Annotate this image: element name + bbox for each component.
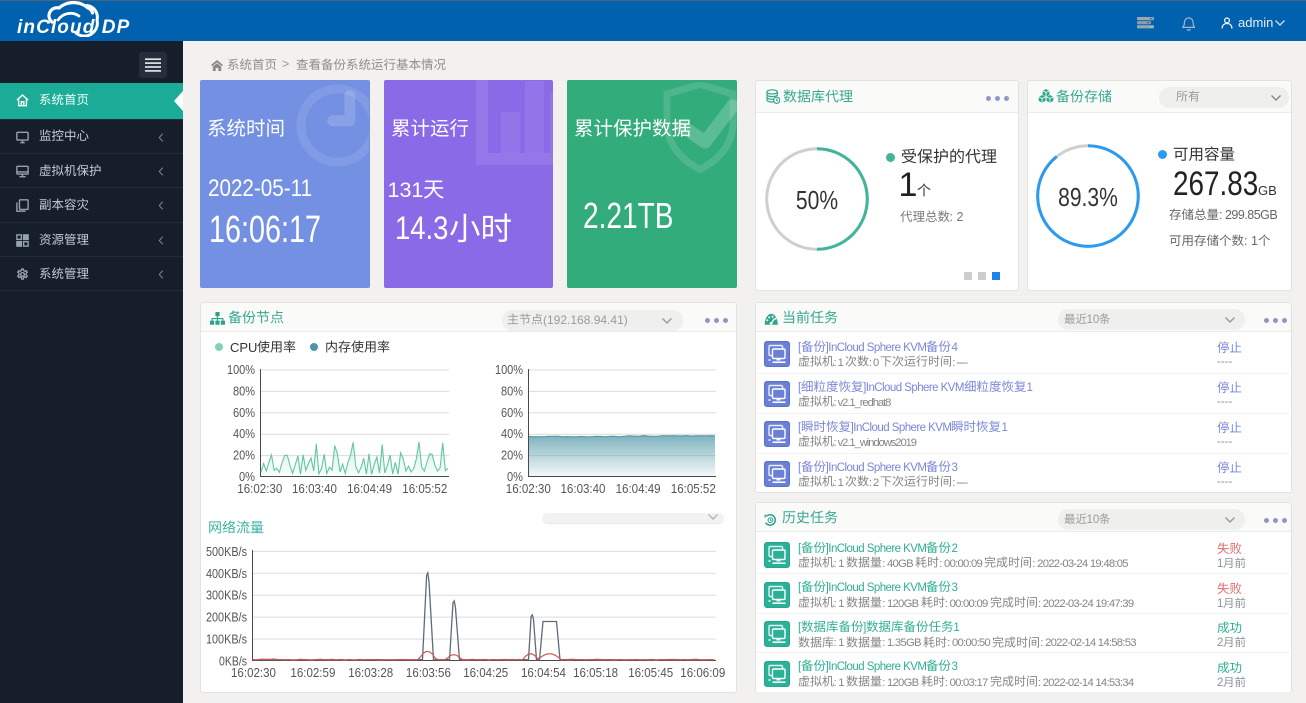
svg-text:16:04:49: 16:04:49 bbox=[616, 482, 661, 496]
svg-text:400KB/s: 400KB/s bbox=[206, 567, 247, 581]
svg-text:300KB/s: 300KB/s bbox=[206, 589, 247, 603]
svg-text:16:06:09: 16:06:09 bbox=[680, 666, 725, 680]
svg-text:16:03:56: 16:03:56 bbox=[406, 666, 451, 680]
svg-text:80%: 80% bbox=[233, 384, 255, 398]
svg-text:16:04:54: 16:04:54 bbox=[521, 666, 566, 680]
svg-text:500KB/s: 500KB/s bbox=[206, 545, 247, 559]
svg-text:16:05:45: 16:05:45 bbox=[628, 666, 673, 680]
svg-text:16:03:40: 16:03:40 bbox=[561, 482, 606, 496]
svg-text:16:03:40: 16:03:40 bbox=[292, 482, 337, 496]
svg-text:100%: 100% bbox=[495, 363, 523, 377]
svg-text:100KB/s: 100KB/s bbox=[206, 633, 247, 647]
svg-text:40%: 40% bbox=[233, 427, 255, 441]
svg-text:100%: 100% bbox=[227, 363, 255, 377]
svg-text:16:05:18: 16:05:18 bbox=[573, 666, 618, 680]
svg-text:40%: 40% bbox=[501, 427, 523, 441]
svg-text:20%: 20% bbox=[501, 449, 523, 463]
svg-text:80%: 80% bbox=[501, 384, 523, 398]
svg-text:16:02:59: 16:02:59 bbox=[290, 666, 335, 680]
svg-text:60%: 60% bbox=[233, 406, 255, 420]
svg-text:16:04:49: 16:04:49 bbox=[347, 482, 392, 496]
svg-text:200KB/s: 200KB/s bbox=[206, 611, 247, 625]
svg-text:20%: 20% bbox=[233, 449, 255, 463]
svg-text:16:02:30: 16:02:30 bbox=[231, 666, 276, 680]
svg-text:60%: 60% bbox=[501, 406, 523, 420]
svg-text:16:02:30: 16:02:30 bbox=[237, 482, 282, 496]
svg-text:16:04:25: 16:04:25 bbox=[463, 666, 508, 680]
svg-text:16:05:52: 16:05:52 bbox=[402, 482, 447, 496]
svg-text:16:02:30: 16:02:30 bbox=[506, 482, 551, 496]
svg-text:16:03:28: 16:03:28 bbox=[348, 666, 393, 680]
svg-text:16:05:52: 16:05:52 bbox=[671, 482, 716, 496]
